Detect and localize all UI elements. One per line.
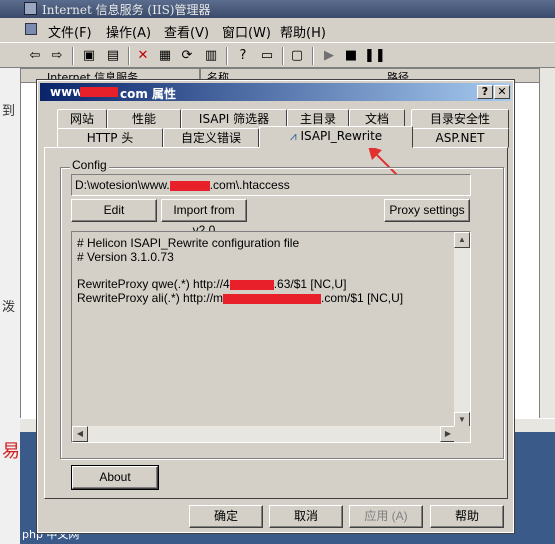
computer-icon[interactable]: ▢ <box>288 47 306 65</box>
menu-help[interactable]: 帮助(H) <box>280 22 326 41</box>
config-path-prefix: D:\wotesion\www. <box>75 178 170 192</box>
refresh-icon[interactable]: ⟳ <box>178 47 196 65</box>
apply-label: 应用 <box>364 509 389 523</box>
toolbar-separator <box>128 47 130 65</box>
config-line: # Helicon ISAPI_Rewrite configuration fi… <box>77 236 300 250</box>
delete-icon[interactable]: ✕ <box>134 47 152 65</box>
config-line: # Version 3.1.0.73 <box>77 250 174 264</box>
redaction-mark <box>223 293 322 304</box>
system-menu-icon[interactable] <box>25 23 37 35</box>
forward-arrow-icon[interactable]: ⇨ <box>48 47 66 65</box>
rule1-suffix: .63/$1 [NC,U] <box>273 277 347 291</box>
background-red-char: 易 <box>2 441 20 462</box>
config-text-area[interactable]: # Helicon ISAPI_Rewrite configuration fi… <box>71 231 471 443</box>
cancel-button[interactable]: 取消 <box>269 505 343 528</box>
config-vertical-scrollbar[interactable]: ▲ ▼ <box>454 232 470 428</box>
scroll-left-icon[interactable]: ◀ <box>72 426 88 442</box>
properties-dialog: www. com 属性 ? ✕ 网站 性能 ISAPI 筛选器 主目录 文档 目… <box>36 79 515 534</box>
help-icon[interactable]: ? <box>234 47 252 65</box>
close-button[interactable]: ✕ <box>494 85 510 99</box>
console-icon[interactable]: ▭ <box>258 47 276 65</box>
rewrite-rule-1: RewriteProxy qwe(.*) http://4 .63/$1 [NC,… <box>77 277 346 291</box>
toolbar-separator <box>312 47 314 65</box>
redaction-mark <box>229 279 274 290</box>
config-group-label: Config <box>70 158 109 172</box>
iis-menubar: 文件(F) 操作(A) 查看(V) 窗口(W) 帮助(H) <box>0 19 555 41</box>
tab-isapi-rewrite[interactable]: ⩘ ISAPI_Rewrite <box>259 126 413 148</box>
tab-website[interactable]: 网站 <box>57 109 107 129</box>
show-tree-icon[interactable]: ▤ <box>104 47 122 65</box>
iis-title-bar: Internet 信息服务 (IIS)管理器 <box>0 0 555 18</box>
tab-custom-errors[interactable]: 自定义错误 <box>163 128 259 148</box>
scroll-corner <box>454 426 470 442</box>
config-path-suffix: .com\.htaccess <box>209 178 290 192</box>
redaction-mark <box>169 180 210 191</box>
help-footer-button[interactable]: 帮助 <box>430 505 504 528</box>
rule2-suffix: .com/$1 [NC,U] <box>321 291 404 305</box>
help-button[interactable]: ? <box>477 85 493 99</box>
menu-file[interactable]: 文件(F) <box>48 22 92 41</box>
background-char: 泼 <box>2 300 16 315</box>
import-button[interactable]: Import from v2.0 <box>161 199 247 237</box>
iis-toolbar: ⇦ ⇨ ▣ ▤ ✕ ▦ ⟳ ▥ ? ▭ ▢ ▶ ■ ❚❚ <box>0 42 555 68</box>
left-background-strip: 到 泼 <box>0 68 20 544</box>
ok-button[interactable]: 确定 <box>189 505 263 528</box>
proxy-settings-button[interactable]: Proxy settings <box>384 199 470 222</box>
menu-action[interactable]: 操作(A) <box>106 22 151 41</box>
tab-http-headers[interactable]: HTTP 头 <box>57 128 163 148</box>
start-icon[interactable]: ▶ <box>320 47 338 65</box>
iis-app-icon <box>24 2 37 15</box>
scroll-up-icon[interactable]: ▲ <box>454 232 470 248</box>
list-vertical-scrollbar[interactable] <box>539 68 555 418</box>
isapi-rewrite-icon: ⩘ <box>289 129 297 143</box>
config-path-field: D:\wotesion\www. .com\.htaccess <box>71 174 471 196</box>
rule1-prefix: RewriteProxy qwe(.*) http://4 <box>77 277 230 291</box>
toolbar-separator <box>226 47 228 65</box>
iis-title-text: Internet 信息服务 (IIS)管理器 <box>42 3 211 17</box>
tab-performance[interactable]: 性能 <box>107 109 181 129</box>
tab-isapi-rewrite-label: ISAPI_Rewrite <box>300 129 383 143</box>
edit-button[interactable]: Edit <box>71 199 157 222</box>
stop-icon[interactable]: ■ <box>342 47 360 65</box>
tab-directory-security[interactable]: 目录安全性 <box>411 109 509 129</box>
back-arrow-icon[interactable]: ⇦ <box>26 47 44 65</box>
background-char: 到 <box>2 104 16 119</box>
pause-icon[interactable]: ❚❚ <box>364 47 386 65</box>
dialog-title-bar: www. com 属性 ? ✕ <box>40 83 511 101</box>
tab-aspnet[interactable]: ASP.NET <box>411 128 509 148</box>
toolbar-separator <box>282 47 284 65</box>
rule2-prefix: RewriteProxy ali(.*) http://m <box>77 291 224 305</box>
apply-key: (A) <box>391 509 408 523</box>
about-button[interactable]: About <box>71 465 159 490</box>
up-folder-icon[interactable]: ▣ <box>80 47 98 65</box>
toolbar-separator <box>72 47 74 65</box>
redaction-mark <box>80 87 118 97</box>
dialog-title-suffix: com 属性 <box>120 87 177 101</box>
menu-view[interactable]: 查看(V) <box>164 22 209 41</box>
rewrite-rule-2: RewriteProxy ali(.*) http://m .com/$1 [NC… <box>77 291 403 305</box>
config-horizontal-scrollbar[interactable]: ◀ ▶ <box>72 426 456 442</box>
export-icon[interactable]: ▥ <box>202 47 220 65</box>
menu-window[interactable]: 窗口(W) <box>222 22 271 41</box>
properties-icon[interactable]: ▦ <box>156 47 174 65</box>
apply-button[interactable]: 应用 (A) <box>349 505 423 528</box>
